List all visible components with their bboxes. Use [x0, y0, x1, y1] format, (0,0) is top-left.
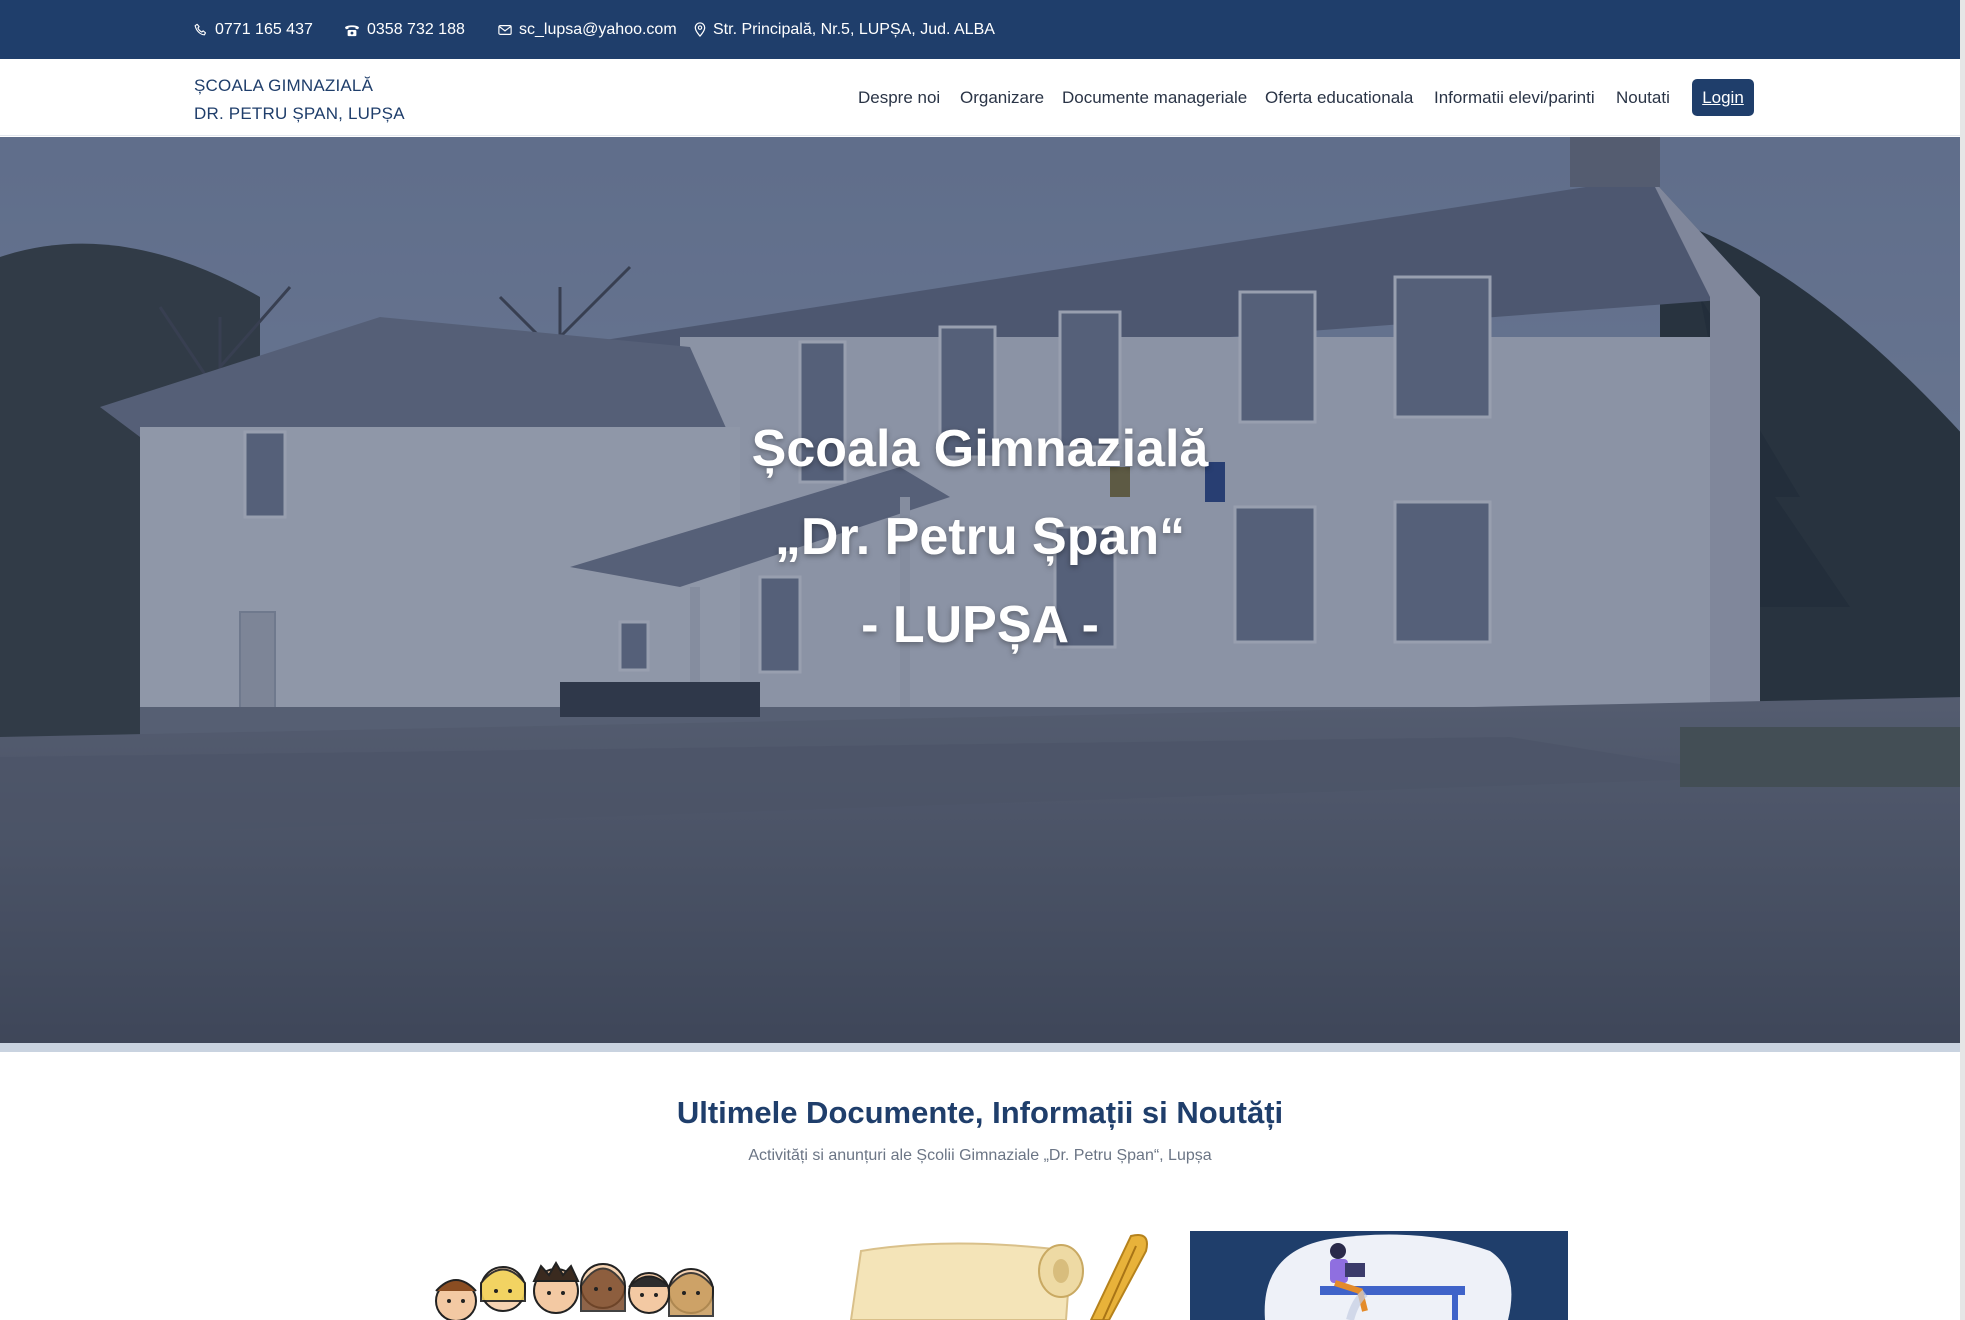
section-subtitle: Activități si anunțuri ale Școlii Gimnaz… [748, 1147, 1212, 1164]
scroll-quill-illustration [791, 1231, 1169, 1320]
page-scrollbar[interactable] [1960, 0, 1965, 1320]
hero-title-line-1: Școala Gimnazială [751, 420, 1209, 478]
phone-icon [194, 23, 208, 37]
person-laptop-illustration [1190, 1231, 1568, 1320]
nav-oferta-educationala[interactable]: Oferta educationala [1265, 59, 1413, 136]
contact-fixed-phone-text: 0358 732 188 [367, 20, 465, 38]
nav-despre-noi[interactable]: Despre noi [858, 59, 940, 136]
contact-mobile-text: 0771 165 437 [215, 20, 313, 38]
hero-overlay [0, 137, 1965, 1046]
nav-documente-manageriale[interactable]: Documente manageriale [1062, 59, 1247, 136]
news-card-2[interactable] [791, 1231, 1169, 1320]
hero-title-line-3: - LUPȘA - [861, 596, 1099, 654]
news-card-3[interactable] [1190, 1231, 1568, 1320]
nav-organizare[interactable]: Organizare [960, 59, 1044, 136]
contact-address-text: Str. Principală, Nr.5, LUPȘA, Jud. ALBA [713, 20, 995, 38]
contact-email[interactable]: sc_lupsa@yahoo.com [498, 0, 677, 59]
news-card-1[interactable] [391, 1231, 769, 1320]
hero-title-line-2: „Dr. Petru Șpan“ [774, 508, 1186, 566]
contact-fixed-phone[interactable]: 0358 732 188 [344, 0, 465, 59]
hero-banner: Școala Gimnazială „Dr. Petru Șpan“ - LUP… [0, 137, 1965, 1046]
contact-mobile[interactable]: 0771 165 437 [194, 0, 313, 59]
contact-email-text: sc_lupsa@yahoo.com [519, 20, 677, 38]
cartoon-children-illustration [391, 1231, 769, 1320]
main-nav: Despre noi Organizare Documente manageri… [0, 59, 1965, 136]
contact-topbar: 0771 165 437 0358 732 188 sc_lupsa@yahoo… [0, 0, 1965, 59]
map-pin-icon [694, 22, 706, 37]
contact-address[interactable]: Str. Principală, Nr.5, LUPȘA, Jud. ALBA [694, 0, 995, 59]
nav-informatii-elevi-parinti[interactable]: Informatii elevi/parinti [1434, 59, 1595, 136]
telephone-icon [344, 23, 360, 37]
envelope-icon [498, 24, 512, 36]
nav-noutati[interactable]: Noutati [1616, 59, 1670, 136]
hero-divider [0, 1043, 1965, 1052]
site-header: ȘCOALA GIMNAZIALĂ DR. PETRU ȘPAN, LUPȘA … [0, 59, 1965, 136]
login-button[interactable]: Login [1692, 79, 1754, 116]
section-title: Ultimele Documente, Informații si Noutăț… [676, 1095, 1284, 1130]
